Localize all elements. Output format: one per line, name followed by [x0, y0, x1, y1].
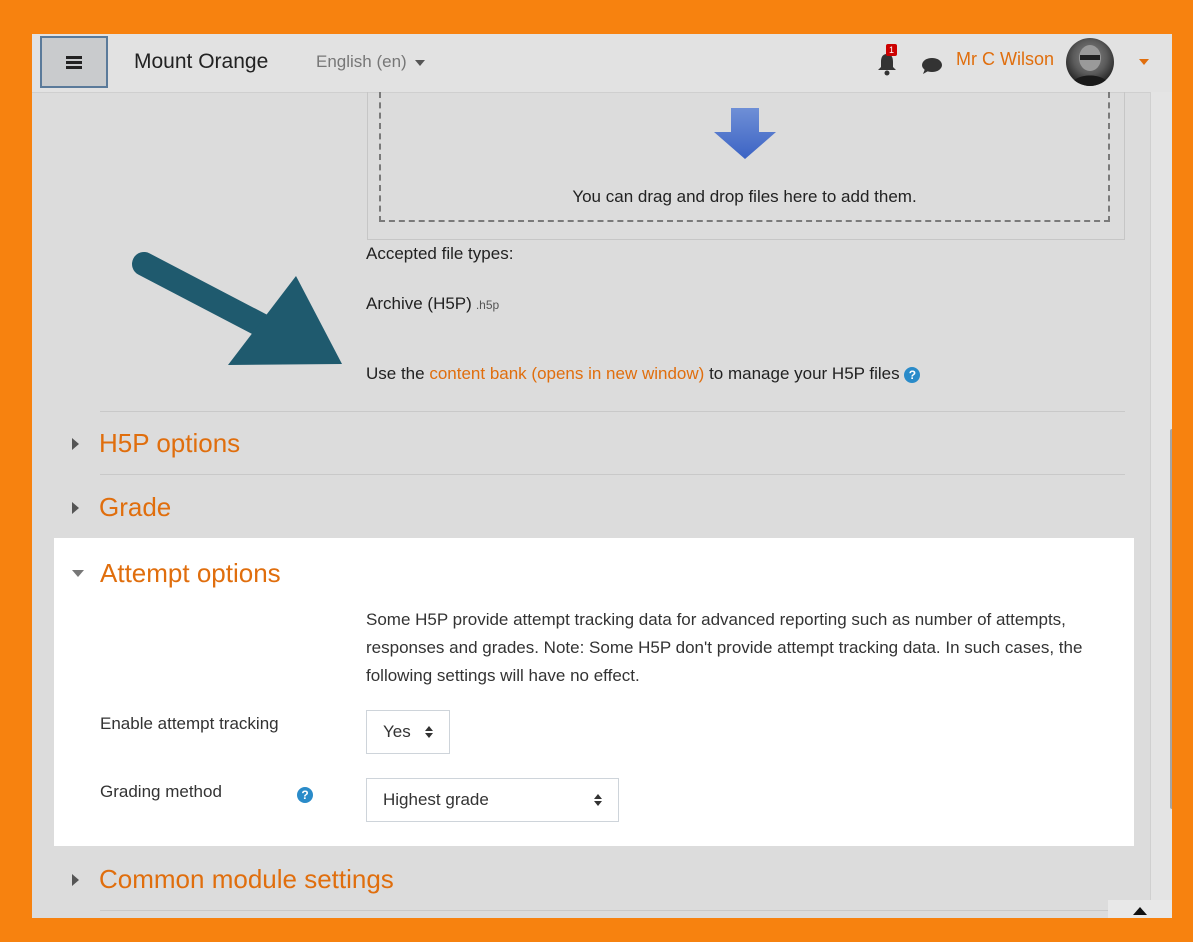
avatar[interactable]: [1066, 38, 1114, 86]
section-grade[interactable]: Grade: [72, 492, 171, 523]
section-common-module-settings[interactable]: Common module settings: [72, 864, 394, 895]
accepted-file-type: Archive (H5P) .h5p: [366, 294, 499, 314]
user-menu-caret-icon[interactable]: [1139, 59, 1149, 65]
select-arrows-icon: [425, 726, 433, 738]
collapse-icon: [72, 570, 84, 577]
section-title-grade: Grade: [99, 492, 172, 522]
back-to-top-button[interactable]: [1108, 900, 1172, 918]
menu-toggle-button[interactable]: [40, 36, 108, 88]
content-bank-note: Use the content bank (opens in new windo…: [366, 364, 921, 384]
hamburger-icon: [66, 56, 82, 69]
section-divider: [100, 411, 1125, 412]
navbar: Mount Orange English (en) 1 Mr C Wilson: [32, 34, 1172, 93]
section-divider: [100, 910, 1125, 911]
grading-method-label: Grading method: [100, 782, 222, 801]
file-type-name: Archive (H5P): [366, 294, 472, 313]
grading-method-select[interactable]: Highest grade: [366, 778, 619, 822]
site-brand[interactable]: Mount Orange: [134, 50, 268, 74]
help-icon[interactable]: ?: [297, 787, 313, 803]
caret-down-icon: [414, 59, 425, 66]
page-frame: Mount Orange English (en) 1 Mr C Wilson: [32, 34, 1172, 918]
select-arrows-icon: [594, 794, 602, 806]
help-icon[interactable]: ?: [904, 366, 921, 383]
avatar-image: [1070, 45, 1110, 86]
content-bank-link[interactable]: content bank (opens in new window): [429, 364, 704, 383]
callout-arrow-icon: [132, 252, 342, 365]
language-label: English (en): [316, 52, 407, 71]
user-name[interactable]: Mr C Wilson: [956, 49, 1054, 70]
drop-zone-text: You can drag and drop files here to add …: [572, 187, 917, 206]
chat-icon[interactable]: [920, 54, 944, 76]
scrollbar-thumb[interactable]: [1170, 429, 1172, 809]
grading-method-value: Highest grade: [383, 790, 489, 809]
notification-badge: 1: [886, 44, 898, 56]
section-h5p-options[interactable]: H5P options: [72, 428, 240, 459]
attempt-tracking-select[interactable]: Yes: [366, 710, 450, 754]
language-menu[interactable]: English (en): [316, 52, 425, 72]
section-title-h5p-options: H5P options: [99, 428, 241, 458]
attempt-tracking-label: Enable attempt tracking: [100, 714, 279, 733]
section-divider: [100, 474, 1125, 475]
section-attempt-options[interactable]: Attempt options: [72, 558, 281, 589]
section-title-attempt-options: Attempt options: [100, 558, 281, 588]
expand-icon: [72, 501, 79, 514]
scrollbar-track[interactable]: [1150, 92, 1172, 918]
expand-icon: [72, 437, 79, 450]
attempt-description: Some H5P provide attempt tracking data f…: [366, 610, 1083, 685]
download-arrow-icon: [714, 108, 776, 159]
file-type-extension: .h5p: [475, 298, 500, 312]
attempt-tracking-value: Yes: [383, 722, 411, 741]
expand-icon: [72, 873, 79, 886]
section-title-common-module: Common module settings: [99, 864, 394, 894]
content-bank-note-suffix: to manage your H5P files: [709, 364, 900, 383]
content-bank-note-prefix: Use the: [366, 364, 425, 383]
accepted-types-label: Accepted file types:: [366, 244, 514, 263]
